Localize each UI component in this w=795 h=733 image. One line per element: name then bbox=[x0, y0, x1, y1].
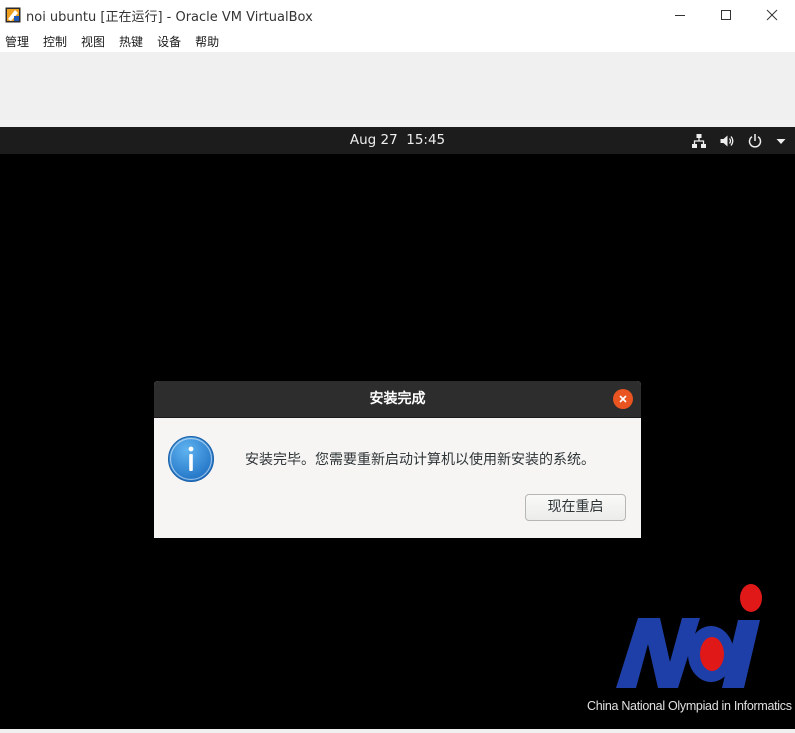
dropdown-arrow-icon[interactable] bbox=[775, 135, 787, 147]
menu-item-control[interactable]: 控制 bbox=[38, 33, 73, 50]
network-wired-icon[interactable] bbox=[691, 133, 707, 149]
volume-icon[interactable] bbox=[719, 133, 735, 149]
menu-item-view[interactable]: 视图 bbox=[76, 33, 111, 50]
restart-now-button[interactable]: 现在重启 bbox=[525, 494, 626, 521]
virtualbox-app-icon bbox=[5, 7, 21, 23]
maximize-icon bbox=[721, 10, 731, 20]
noi-caption: China National Olympiad in Informatics bbox=[587, 699, 792, 713]
close-icon bbox=[619, 395, 627, 403]
minimize-icon bbox=[675, 15, 685, 16]
close-icon bbox=[766, 9, 778, 21]
menu-item-help[interactable]: 帮助 bbox=[190, 33, 225, 50]
clock[interactable]: Aug 27 15:45 bbox=[0, 127, 795, 154]
noi-logo bbox=[608, 580, 768, 692]
dialog-message: 安装完毕。您需要重新启动计算机以使用新安装的系统。 bbox=[245, 452, 595, 468]
close-button[interactable] bbox=[749, 0, 795, 30]
window-titlebar: noi ubuntu [正在运行] - Oracle VM VirtualBox bbox=[0, 0, 795, 30]
dialog-close-button[interactable] bbox=[613, 389, 633, 409]
dialog-title: 安装完成 bbox=[369, 391, 426, 407]
menu-item-devices[interactable]: 设备 bbox=[152, 33, 187, 50]
maximize-button[interactable] bbox=[703, 0, 749, 30]
window-title: noi ubuntu [正在运行] - Oracle VM VirtualBox bbox=[26, 9, 313, 25]
status-bar bbox=[0, 729, 795, 733]
power-icon[interactable] bbox=[747, 133, 763, 149]
dialog-header: 安装完成 bbox=[154, 381, 641, 418]
window-controls bbox=[657, 0, 795, 30]
install-complete-dialog: 安装完成 安装完毕。您需要重新启动计算机以使用新安装的系统。 现在重启 bbox=[154, 381, 641, 538]
menubar: 管理 控制 视图 热键 设备 帮助 bbox=[0, 30, 795, 52]
menu-item-manage[interactable]: 管理 bbox=[0, 33, 35, 50]
system-tray[interactable] bbox=[679, 127, 787, 154]
gnome-top-bar: Aug 27 15:45 bbox=[0, 127, 795, 154]
minimize-button[interactable] bbox=[657, 0, 703, 30]
menu-item-hotkeys[interactable]: 热键 bbox=[114, 33, 149, 50]
info-icon bbox=[167, 435, 215, 483]
toolbar-area bbox=[0, 52, 795, 127]
